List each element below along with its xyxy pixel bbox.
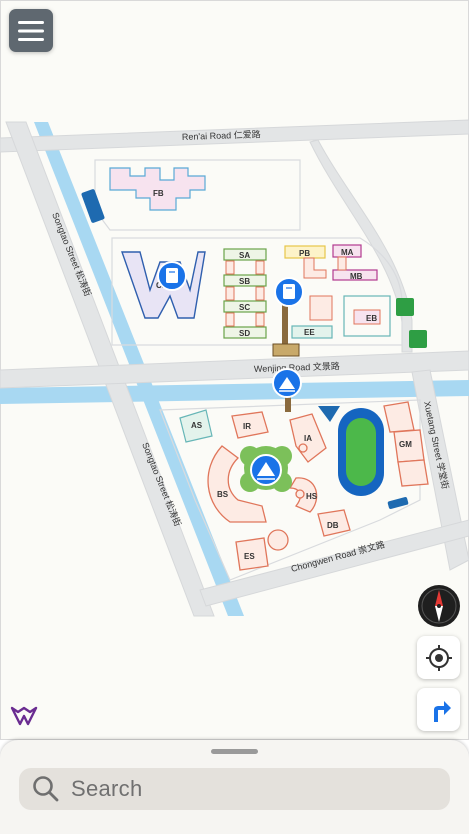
compass-button[interactable] <box>418 585 460 627</box>
building-hs-label: HS <box>306 492 318 501</box>
building-ir-label: IR <box>243 422 251 431</box>
book-icon <box>283 284 295 299</box>
bottom-sheet[interactable] <box>0 740 469 834</box>
menu-button[interactable] <box>9 9 53 52</box>
building-gm-label: GM <box>399 440 412 449</box>
landmark-marker-1[interactable] <box>272 368 302 398</box>
building-sb-label: SB <box>239 277 250 286</box>
navigation-icon <box>433 700 451 722</box>
sheet-drag-handle[interactable] <box>211 749 258 754</box>
building-bs-label: BS <box>217 490 229 499</box>
campus-map[interactable]: Ren'ai Road 仁爱路 Wenjing Road 文景路 Songtao… <box>0 0 469 740</box>
library-marker-1[interactable] <box>157 261 187 291</box>
compass-icon <box>418 585 460 627</box>
locate-icon <box>425 644 452 671</box>
building-pb-label: PB <box>299 249 310 258</box>
landmark-marker-2[interactable] <box>250 454 282 486</box>
building-es-label: ES <box>244 552 255 561</box>
navigation-button[interactable] <box>417 688 460 731</box>
book-icon <box>166 268 178 283</box>
building-ma-label: MA <box>341 248 354 257</box>
library-marker-2[interactable] <box>274 277 304 307</box>
building-fb-label: FB <box>153 189 164 198</box>
building-ia-label: IA <box>304 434 312 443</box>
building-eb-label: EB <box>366 314 377 323</box>
sports-field[interactable] <box>338 408 384 496</box>
building-as-label: AS <box>191 421 203 430</box>
building-sa-label: SA <box>239 251 250 260</box>
building-gm[interactable] <box>383 401 415 433</box>
menu-icon <box>18 20 44 41</box>
building-sc-label: SC <box>239 303 250 312</box>
locate-button[interactable] <box>417 636 460 679</box>
search-input[interactable] <box>69 775 433 803</box>
search-bar[interactable] <box>19 768 450 810</box>
building-ee-label: EE <box>304 328 315 337</box>
app-logo <box>10 704 38 728</box>
building-sd-label: SD <box>239 329 250 338</box>
search-icon <box>33 776 59 802</box>
building-mb-label: MB <box>350 272 363 281</box>
building-db-label: DB <box>327 521 339 530</box>
